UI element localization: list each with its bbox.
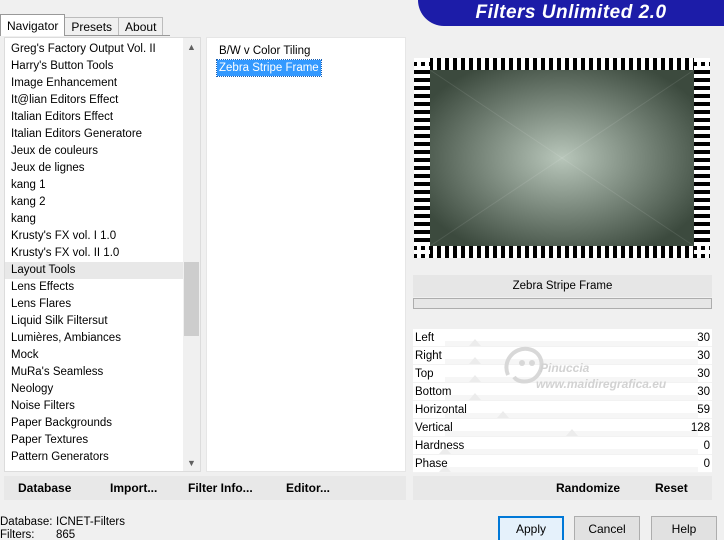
param-value: 0 bbox=[703, 440, 710, 452]
param-slider-knob[interactable] bbox=[469, 393, 482, 400]
param-slider-track[interactable] bbox=[445, 377, 698, 382]
filter-info-button[interactable]: Filter Info... bbox=[188, 476, 253, 500]
param-slider-track[interactable] bbox=[445, 449, 698, 454]
filter-parameters: Left 30 Right 30 Top 30 Bottom 30 Horizontal 59 Ve… bbox=[413, 329, 712, 473]
param-slider-track[interactable] bbox=[445, 395, 698, 400]
param-row-bottom[interactable]: Bottom 30 bbox=[413, 383, 712, 401]
category-item[interactable]: Paper Backgrounds bbox=[5, 415, 185, 432]
category-item[interactable]: Lumières, Ambiances bbox=[5, 330, 185, 347]
tab-navigator[interactable]: Navigator bbox=[0, 14, 66, 36]
category-scrollbar[interactable]: ▲ ▼ bbox=[183, 38, 200, 471]
app-title: Filters Unlimited 2.0 bbox=[475, 2, 667, 23]
selected-filter-name: Zebra Stripe Frame bbox=[413, 275, 712, 297]
param-name: Bottom bbox=[415, 386, 452, 398]
param-slider-track[interactable] bbox=[445, 359, 698, 364]
category-item[interactable]: Mock bbox=[5, 347, 185, 364]
param-value: 30 bbox=[697, 332, 710, 344]
preview-image bbox=[414, 58, 710, 258]
category-item[interactable]: MuRa's Seamless bbox=[5, 364, 185, 381]
reset-button[interactable]: Reset bbox=[655, 476, 688, 500]
param-value: 128 bbox=[690, 422, 710, 434]
category-item[interactable]: Jeux de couleurs bbox=[5, 143, 185, 160]
scroll-down-icon[interactable]: ▼ bbox=[183, 454, 200, 471]
category-item[interactable]: Pattern Generators bbox=[5, 449, 185, 466]
app-banner: Filters Unlimited 2.0 bbox=[418, 0, 724, 26]
param-slider-track[interactable] bbox=[445, 467, 698, 472]
param-value: 30 bbox=[697, 350, 710, 362]
param-slider-knob[interactable] bbox=[565, 429, 578, 436]
param-slider-knob[interactable] bbox=[497, 411, 510, 418]
param-row-hardness[interactable]: Hardness 0 bbox=[413, 437, 712, 455]
scroll-thumb[interactable] bbox=[184, 262, 199, 336]
param-row-horizontal[interactable]: Horizontal 59 bbox=[413, 401, 712, 419]
param-value: 30 bbox=[697, 386, 710, 398]
param-value: 0 bbox=[703, 458, 710, 470]
param-name: Phase bbox=[415, 458, 448, 470]
filter-item-bw-color-tiling[interactable]: B/W v Color Tiling bbox=[217, 43, 312, 59]
param-name: Left bbox=[415, 332, 435, 344]
param-slider-knob[interactable] bbox=[469, 357, 482, 364]
filter-item-zebra-stripe-frame[interactable]: Zebra Stripe Frame bbox=[216, 59, 322, 77]
category-item[interactable]: Krusty's FX vol. II 1.0 bbox=[5, 245, 185, 262]
filters-count: 865 bbox=[56, 529, 76, 540]
category-list[interactable]: Greg's Factory Output Vol. II Harry's But… bbox=[4, 37, 201, 472]
parameter-toolbar: Randomize Reset bbox=[413, 476, 712, 500]
category-item[interactable]: kang 2 bbox=[5, 194, 185, 211]
tab-bar: Navigator Presets About bbox=[0, 14, 164, 36]
apply-button[interactable]: Apply bbox=[498, 516, 564, 540]
filters-label: Filters: bbox=[0, 529, 35, 540]
progress-bar bbox=[413, 298, 712, 309]
param-row-top[interactable]: Top 30 bbox=[413, 365, 712, 383]
category-item[interactable]: Liquid Silk Filtersut bbox=[5, 313, 185, 330]
param-name: Vertical bbox=[415, 422, 453, 434]
category-item[interactable]: Italian Editors Generatore bbox=[5, 126, 185, 143]
category-item[interactable]: Lens Flares bbox=[5, 296, 185, 313]
category-item[interactable]: Noise Filters bbox=[5, 398, 185, 415]
category-item[interactable]: Greg's Factory Output Vol. II bbox=[5, 41, 185, 58]
category-items: Greg's Factory Output Vol. II Harry's But… bbox=[5, 41, 185, 466]
filter-list[interactable]: B/W v Color Tiling Zebra Stripe Frame bbox=[206, 37, 406, 472]
param-value: 30 bbox=[697, 368, 710, 380]
param-name: Horizontal bbox=[415, 404, 467, 416]
randomize-button[interactable]: Randomize bbox=[556, 476, 620, 500]
navigator-toolbar: Database Import... Filter Info... Editor… bbox=[4, 476, 406, 500]
category-item[interactable]: Neology bbox=[5, 381, 185, 398]
category-item[interactable]: Krusty's FX vol. I 1.0 bbox=[5, 228, 185, 245]
category-item[interactable]: Paper Textures bbox=[5, 432, 185, 449]
filter-preview bbox=[414, 58, 710, 258]
param-name: Hardness bbox=[415, 440, 465, 452]
scroll-up-icon[interactable]: ▲ bbox=[183, 38, 200, 55]
database-value: ICNET-Filters bbox=[56, 516, 125, 528]
param-row-vertical[interactable]: Vertical 128 bbox=[413, 419, 712, 437]
param-slider-track[interactable] bbox=[445, 413, 698, 418]
param-name: Top bbox=[415, 368, 434, 380]
database-label: Database: bbox=[0, 516, 53, 528]
tab-about[interactable]: About bbox=[118, 17, 164, 36]
param-row-left[interactable]: Left 30 bbox=[413, 329, 712, 347]
param-slider-track[interactable] bbox=[445, 341, 698, 346]
database-button[interactable]: Database bbox=[18, 476, 71, 500]
tab-presets[interactable]: Presets bbox=[64, 17, 120, 36]
category-item[interactable]: Image Enhancement bbox=[5, 75, 185, 92]
editor-button[interactable]: Editor... bbox=[286, 476, 330, 500]
category-item[interactable]: It@lian Editors Effect bbox=[5, 92, 185, 109]
category-item[interactable]: Italian Editors Effect bbox=[5, 109, 185, 126]
category-item[interactable]: Harry's Button Tools bbox=[5, 58, 185, 75]
param-value: 59 bbox=[697, 404, 710, 416]
param-row-right[interactable]: Right 30 bbox=[413, 347, 712, 365]
param-slider-knob[interactable] bbox=[469, 375, 482, 382]
cancel-button[interactable]: Cancel bbox=[574, 516, 640, 540]
category-item[interactable]: Jeux de lignes bbox=[5, 160, 185, 177]
param-name: Right bbox=[415, 350, 442, 362]
import-button[interactable]: Import... bbox=[110, 476, 157, 500]
param-slider-knob[interactable] bbox=[469, 339, 482, 346]
help-button[interactable]: Help bbox=[651, 516, 717, 540]
category-item[interactable]: kang bbox=[5, 211, 185, 228]
category-item[interactable]: Layout Tools bbox=[5, 262, 185, 279]
category-item[interactable]: Lens Effects bbox=[5, 279, 185, 296]
param-row-phase[interactable]: Phase 0 bbox=[413, 455, 712, 473]
category-item[interactable]: kang 1 bbox=[5, 177, 185, 194]
